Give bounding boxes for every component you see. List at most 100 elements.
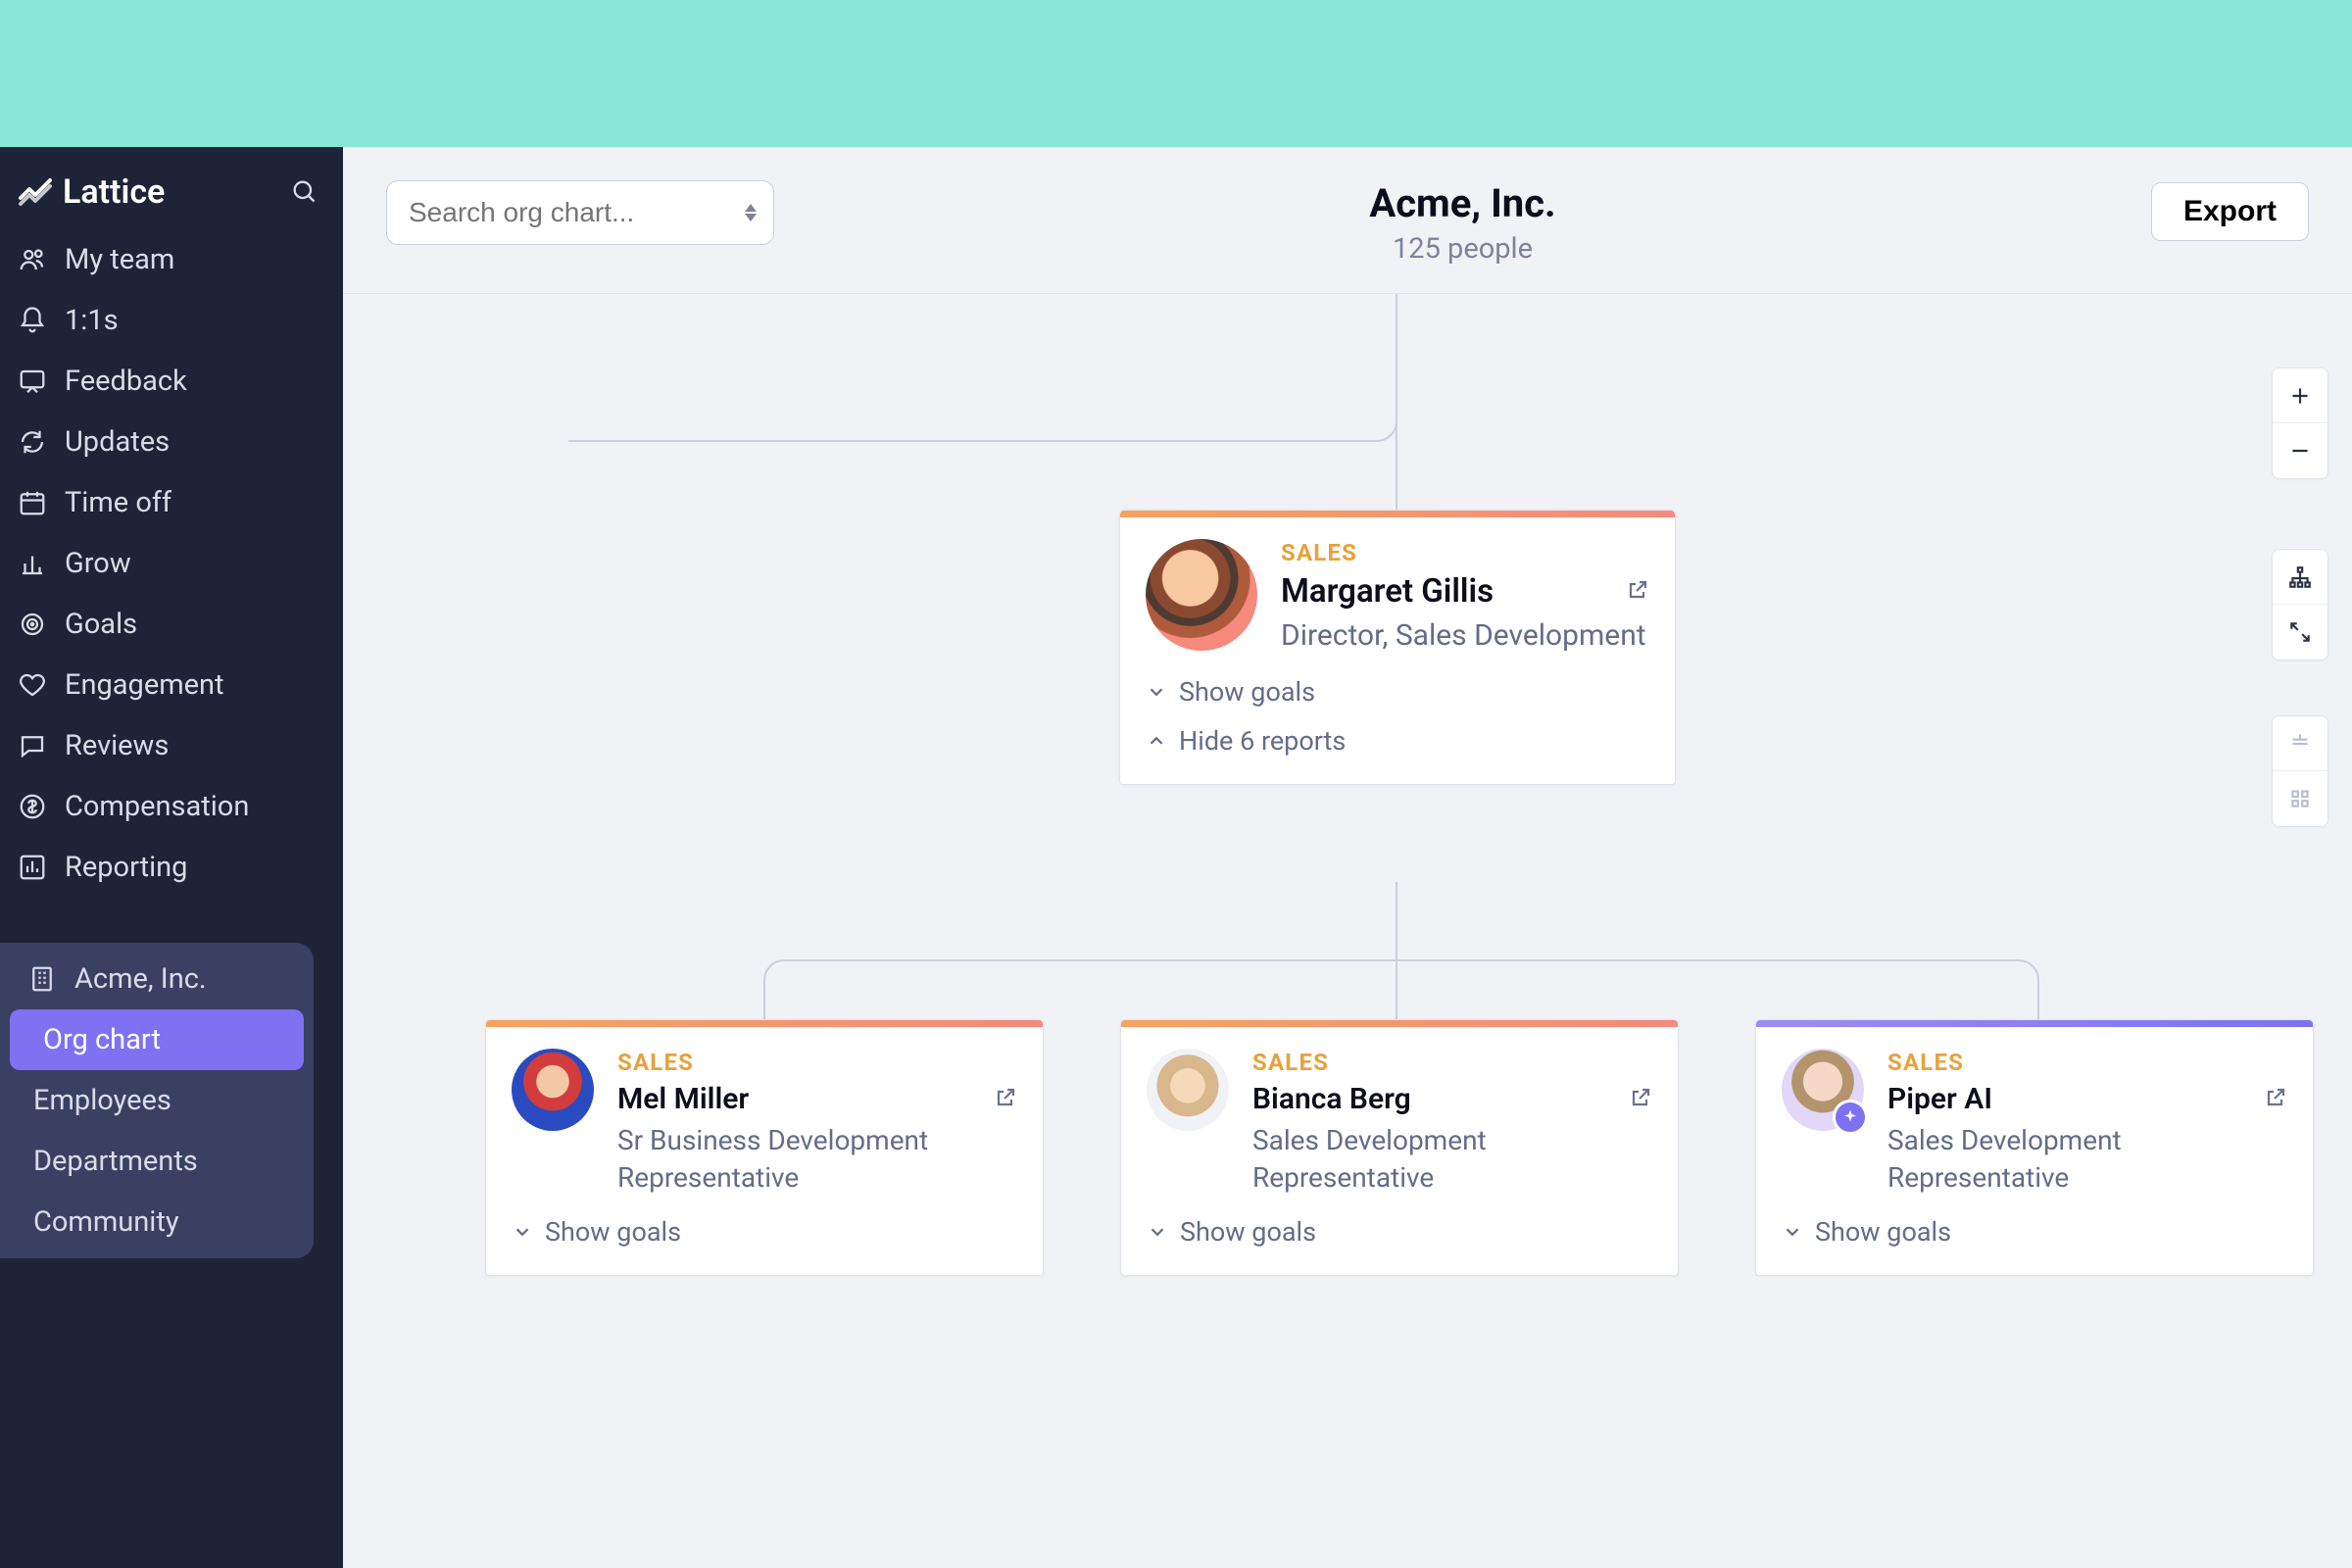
sidebar-item-feedback[interactable]: Feedback — [0, 351, 343, 412]
sidebar-item-label: Employees — [33, 1084, 172, 1117]
sidebar-item-label: Reporting — [65, 851, 187, 884]
sidebar-item-label: Updates — [65, 425, 170, 459]
open-profile-button[interactable] — [994, 1086, 1017, 1113]
card-accent — [1756, 1020, 2313, 1027]
sidebar-item-reviews[interactable]: Reviews — [0, 715, 343, 776]
hide-reports-button[interactable]: Hide 6 reports — [1146, 719, 1649, 762]
sidebar-item-my-team[interactable]: My team — [0, 229, 343, 290]
person-card-bianca[interactable]: SALES Bianca Berg Sales Development Repr… — [1120, 1019, 1679, 1276]
chart-icon — [18, 853, 47, 882]
department-label: SALES — [1252, 1049, 1652, 1076]
sidebar-item-label: My team — [65, 243, 174, 276]
sidebar-item-org-chart[interactable]: Org chart — [10, 1009, 304, 1070]
person-card-mel[interactable]: SALES Mel Miller Sr Business Development… — [485, 1019, 1044, 1276]
sidebar-item-label: Reviews — [65, 729, 169, 762]
sidebar: Lattice My team 1:1s Feedback Updates Ti… — [0, 147, 343, 1568]
sidebar-item-engagement[interactable]: Engagement — [0, 655, 343, 715]
chevron-down-icon — [1147, 1221, 1168, 1243]
sidebar-search-button[interactable] — [290, 177, 318, 208]
sidebar-item-goals[interactable]: Goals — [0, 594, 343, 655]
brand-name: Lattice — [63, 172, 165, 212]
chevron-down-icon — [512, 1221, 533, 1243]
person-title: Sales Development Representative — [1252, 1122, 1652, 1197]
show-goals-label: Show goals — [1179, 676, 1315, 708]
sidebar-item-departments[interactable]: Departments — [0, 1131, 314, 1192]
card-accent — [486, 1020, 1043, 1027]
export-button[interactable]: Export — [2151, 182, 2309, 241]
show-goals-label: Show goals — [1815, 1216, 1951, 1248]
avatar — [1782, 1049, 1864, 1131]
department-label: SALES — [617, 1049, 1017, 1076]
heart-icon — [18, 670, 47, 700]
sidebar-item-label: Engagement — [65, 668, 224, 702]
sidebar-item-updates[interactable]: Updates — [0, 412, 343, 472]
person-card-piper[interactable]: SALES Piper AI Sales Development Represe… — [1755, 1019, 2314, 1276]
timeoff-icon — [18, 488, 47, 517]
card-accent — [1120, 511, 1675, 517]
sidebar-item-1on1s[interactable]: 1:1s — [0, 290, 343, 351]
sidebar-item-label: Org chart — [43, 1023, 161, 1056]
sidebar-item-time-off[interactable]: Time off — [0, 472, 343, 533]
show-goals-button[interactable]: Show goals — [1147, 1210, 1652, 1253]
search-icon — [290, 177, 318, 205]
sidebar-item-compensation[interactable]: Compensation — [0, 776, 343, 837]
external-link-icon — [1629, 1086, 1652, 1109]
sidebar-item-label: Time off — [65, 486, 172, 519]
person-title: Sales Development Representative — [1887, 1122, 2287, 1197]
sidebar-section-header[interactable]: Acme, Inc. — [0, 949, 314, 1009]
brand-logo[interactable]: Lattice — [18, 172, 165, 212]
open-profile-button[interactable] — [1629, 1086, 1652, 1113]
sidebar-nav: My team 1:1s Feedback Updates Time off G… — [0, 229, 343, 898]
hide-reports-label: Hide 6 reports — [1179, 725, 1346, 757]
department-label: SALES — [1887, 1049, 2287, 1076]
person-card-root[interactable]: SALES Margaret Gillis Director, Sales De… — [1119, 510, 1676, 785]
avatar — [1147, 1049, 1229, 1131]
bell-icon — [18, 306, 47, 335]
ai-badge-icon — [1833, 1100, 1868, 1135]
main: Acme, Inc. 125 people Export — [343, 147, 2352, 1568]
person-name: Margaret Gillis — [1281, 572, 1494, 611]
feedback-icon — [18, 367, 47, 396]
chevron-down-icon — [1782, 1221, 1803, 1243]
show-goals-button[interactable]: Show goals — [1146, 670, 1649, 713]
page-title: Acme, Inc. — [1369, 180, 1555, 226]
open-profile-button[interactable] — [1626, 578, 1649, 606]
external-link-icon — [994, 1086, 1017, 1109]
sidebar-item-label: Departments — [33, 1145, 198, 1178]
sidebar-item-community[interactable]: Community — [0, 1192, 314, 1252]
sidebar-item-label: Compensation — [65, 790, 249, 823]
open-profile-button[interactable] — [2264, 1086, 2287, 1113]
show-goals-button[interactable]: Show goals — [1782, 1210, 2287, 1253]
person-name: Mel Miller — [617, 1082, 749, 1116]
money-icon — [18, 792, 47, 821]
show-goals-label: Show goals — [545, 1216, 681, 1248]
sidebar-item-label: Feedback — [65, 365, 187, 398]
chat-icon — [18, 731, 47, 760]
sidebar-item-employees[interactable]: Employees — [0, 1070, 314, 1131]
org-chart-canvas[interactable]: SALES Margaret Gillis Director, Sales De… — [343, 294, 2352, 1568]
search-input[interactable] — [386, 180, 774, 245]
sidebar-item-label: 1:1s — [65, 304, 119, 337]
external-link-icon — [1626, 578, 1649, 602]
connectors — [343, 294, 2352, 1568]
external-link-icon — [2264, 1086, 2287, 1109]
show-goals-label: Show goals — [1180, 1216, 1316, 1248]
person-title: Sr Business Development Representative — [617, 1122, 1017, 1197]
sort-caret-icon[interactable] — [745, 204, 757, 221]
top-banner — [0, 0, 2352, 147]
sidebar-item-label: Community — [33, 1205, 179, 1239]
sidebar-item-label: Grow — [65, 547, 131, 580]
department-label: SALES — [1281, 539, 1649, 566]
avatar — [1146, 539, 1257, 651]
sidebar-item-reporting[interactable]: Reporting — [0, 837, 343, 898]
show-goals-button[interactable]: Show goals — [512, 1210, 1017, 1253]
sidebar-item-label: Goals — [65, 608, 137, 641]
person-name: Piper AI — [1887, 1082, 1992, 1116]
sidebar-item-grow[interactable]: Grow — [0, 533, 343, 594]
people-count: 125 people — [1369, 232, 1555, 266]
sidebar-item-label: Acme, Inc. — [74, 962, 207, 996]
card-accent — [1121, 1020, 1678, 1027]
grow-icon — [18, 549, 47, 578]
toolbar: Acme, Inc. 125 people Export — [343, 147, 2352, 294]
chevron-down-icon — [1146, 681, 1167, 703]
